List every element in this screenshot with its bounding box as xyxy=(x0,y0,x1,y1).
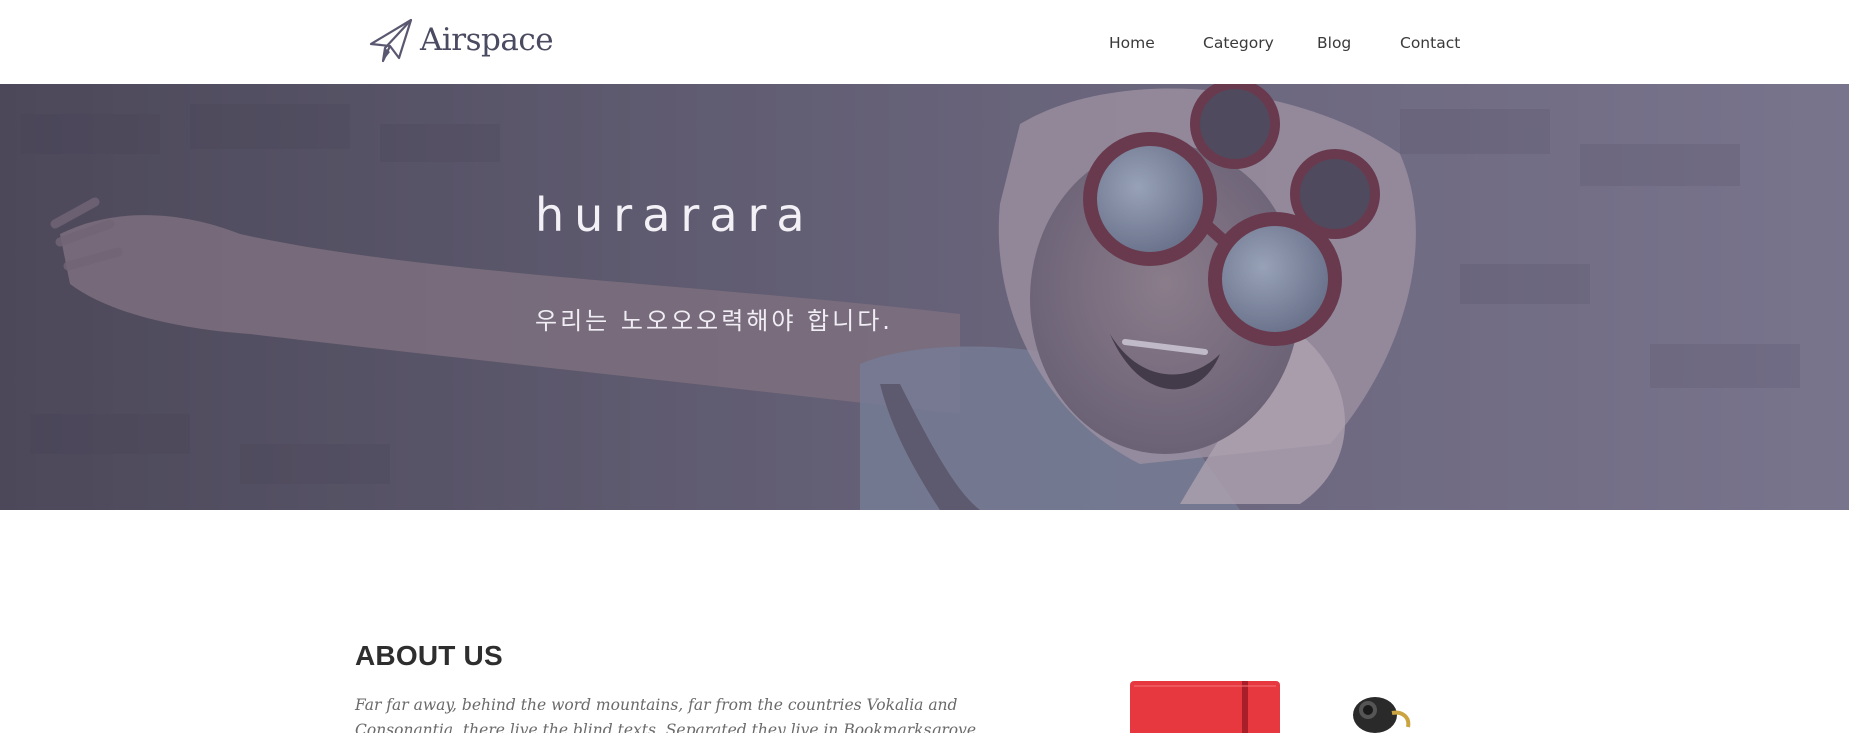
navbar: Airspace Home Category Blog Contact xyxy=(0,0,1849,84)
camera-icon xyxy=(1353,697,1411,733)
brand-logo[interactable]: Airspace xyxy=(368,16,554,64)
hero-subtitle: 우리는 노오오오력해야 합니다. xyxy=(535,307,893,335)
brand-name: Airspace xyxy=(420,22,554,58)
notebook-and-camera-image xyxy=(1130,681,1411,733)
paper-plane-icon xyxy=(369,18,413,63)
nav-category-link[interactable]: Category xyxy=(1203,34,1317,52)
nav-contact-link[interactable]: Contact xyxy=(1400,34,1460,52)
hero-title: hurarara xyxy=(535,188,815,242)
hero-banner: hurarara 우리는 노오오오력해야 합니다. xyxy=(0,84,1849,510)
main-nav: Home Category Blog Contact xyxy=(1109,34,1460,52)
nav-home-link[interactable]: Home xyxy=(1109,34,1203,52)
about-title: ABOUT US xyxy=(355,640,503,671)
hero-overlay xyxy=(0,84,1849,510)
page: Airspace Home Category Blog Contact hura… xyxy=(0,0,1849,733)
about-text: Far far away, behind the word mountains,… xyxy=(355,696,977,733)
nav-blog-link[interactable]: Blog xyxy=(1317,34,1400,52)
